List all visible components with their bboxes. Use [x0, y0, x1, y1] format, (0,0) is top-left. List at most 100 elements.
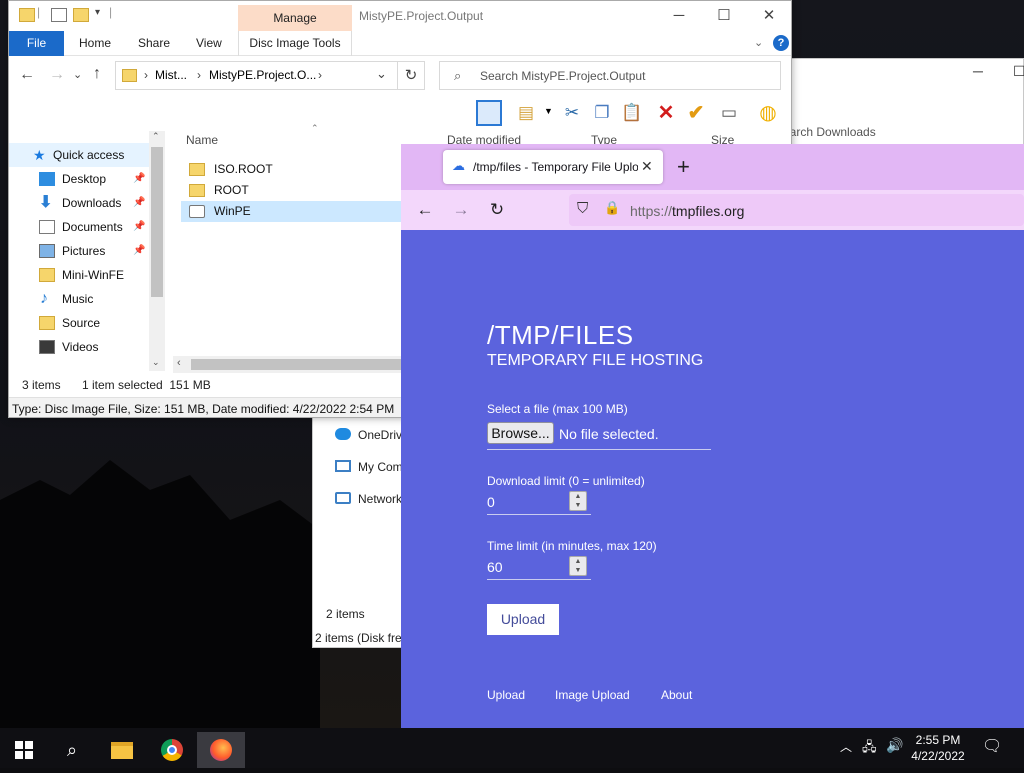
nav-documents[interactable]: Documents 📌 — [9, 215, 149, 239]
properties-icon[interactable] — [51, 8, 67, 22]
recent-dropdown-icon[interactable]: ⌄ — [73, 68, 82, 81]
close-button[interactable]: ✕ — [749, 5, 789, 27]
tab-file[interactable]: File — [9, 31, 64, 56]
nav-downloads[interactable]: ⬇ Downloads 📌 — [9, 191, 149, 215]
nav-label: Downloads — [62, 196, 122, 210]
refresh-icon[interactable]: ↻ — [398, 61, 425, 90]
reload-icon[interactable]: ↻ — [485, 198, 509, 222]
download-limit-stepper[interactable]: ▲ ▼ — [569, 491, 587, 511]
footer-link-upload[interactable]: Upload — [487, 688, 525, 702]
firefox-window[interactable]: ☁ /tmp/files - Temporary File Uplo ✕ + ←… — [401, 144, 1024, 728]
firefox-icon[interactable] — [197, 732, 245, 768]
forward-arrow-icon[interactable]: → — [49, 66, 65, 84]
nav-desktop[interactable]: Desktop 📌 — [9, 167, 149, 191]
tab-view[interactable]: View — [196, 36, 222, 50]
bg-nav-network[interactable]: Network — [358, 492, 402, 506]
footer-link-image-upload[interactable]: Image Upload — [555, 688, 630, 702]
bg-nav-onedrive[interactable]: OneDriv — [358, 428, 402, 442]
maximize-button[interactable]: ☐ — [704, 5, 744, 27]
nav-quick-access[interactable]: ★ Quick access — [9, 143, 149, 167]
ribbon-expand-icon[interactable]: ⌄ — [754, 36, 763, 49]
nav-scrollbar[interactable]: ⌃ ⌄ — [149, 131, 165, 371]
pin-icon[interactable]: 📌 — [133, 191, 145, 215]
bg-search-input[interactable]: earch Downloads — [783, 125, 876, 139]
lock-icon[interactable]: 🔒 — [604, 200, 620, 216]
help-icon[interactable]: ? — [773, 35, 789, 51]
preview-pane-icon[interactable] — [476, 100, 502, 126]
page-subtitle: TEMPORARY FILE HOSTING — [487, 352, 704, 369]
minimize-icon[interactable]: ─ — [973, 63, 983, 79]
delete-icon[interactable]: ✕ — [653, 100, 679, 126]
nav-pictures[interactable]: Pictures 📌 — [9, 239, 149, 263]
chrome-icon[interactable] — [148, 732, 196, 768]
upload-button[interactable]: Upload — [487, 604, 559, 635]
qat-dropdown-icon[interactable]: ▾ — [95, 7, 100, 18]
up-arrow-icon[interactable]: ↑ — [93, 65, 101, 83]
scrollbar-thumb[interactable] — [151, 147, 163, 297]
breadcrumb-item[interactable]: Mist... — [155, 68, 187, 82]
browse-button[interactable]: Browse... — [487, 422, 554, 444]
pin-icon[interactable]: 📌 — [133, 239, 145, 263]
nav-music[interactable]: ♪ Music — [9, 287, 149, 311]
url-text[interactable]: https://tmpfiles.org — [630, 203, 744, 219]
network-icon[interactable]: 🖧 — [862, 738, 877, 760]
maximize-icon[interactable]: ☐ — [1013, 63, 1024, 80]
browser-tab[interactable]: ☁ /tmp/files - Temporary File Uplo ✕ — [443, 150, 663, 184]
start-windows-icon[interactable] — [0, 732, 48, 768]
rename-icon[interactable]: ▭ — [716, 100, 742, 126]
bg-nav-computer[interactable]: My Com — [358, 460, 403, 474]
sort-ascending-icon: ⌃ — [311, 123, 319, 133]
navigation-pane: ★ Quick access Desktop 📌 ⬇ Downloads 📌 D… — [9, 127, 165, 372]
properties-icon[interactable]: ▤ — [513, 100, 539, 126]
time-limit-input[interactable]: 60 — [487, 559, 503, 575]
shell-icon[interactable]: ◍ — [755, 100, 781, 126]
file-row[interactable]: ROOT — [181, 180, 401, 201]
title-bar: | ▾ | Manage MistyPE.Project.Output ─ ☐ … — [9, 1, 791, 33]
search-icon[interactable]: ⌕ — [48, 732, 96, 768]
breadcrumb-item[interactable]: MistyPE.Project.O... — [209, 68, 316, 82]
tab-disc-image-tools[interactable]: Disc Image Tools — [238, 31, 352, 56]
search-input[interactable]: ⌕ Search MistyPE.Project.Output — [439, 61, 781, 90]
file-explorer-taskbar-icon[interactable] — [98, 732, 146, 768]
time-limit-stepper[interactable]: ▲ ▼ — [569, 556, 587, 576]
forward-arrow-icon[interactable]: → — [449, 198, 473, 222]
checkmark-icon[interactable]: ✔ — [683, 100, 709, 126]
nav-source[interactable]: Source — [9, 311, 149, 335]
address-dropdown-icon[interactable]: ⌄ — [376, 66, 387, 82]
nav-videos[interactable]: Videos — [9, 335, 149, 359]
new-tab-icon[interactable]: + — [677, 154, 690, 180]
nav-label: Mini-WinFE — [62, 268, 124, 282]
scroll-left-icon[interactable]: ‹ — [177, 357, 181, 369]
tab-home[interactable]: Home — [79, 36, 111, 50]
nav-mini-winfe[interactable]: Mini-WinFE — [9, 263, 149, 287]
address-field[interactable]: › Mist... › MistyPE.Project.O... › ⌄ — [115, 61, 398, 90]
pin-icon[interactable]: 📌 — [133, 215, 145, 239]
download-limit-input[interactable]: 0 — [487, 494, 495, 510]
copy-icon[interactable]: ❐ — [589, 100, 615, 126]
system-clock[interactable]: 2:55 PM 4/22/2022 — [906, 732, 970, 764]
footer-link-about[interactable]: About — [661, 688, 692, 702]
minimize-button[interactable]: ─ — [659, 5, 699, 27]
back-arrow-icon[interactable]: ← — [413, 198, 437, 222]
volume-icon[interactable]: 🔊 — [886, 737, 903, 754]
close-tab-icon[interactable]: ✕ — [641, 158, 653, 175]
pin-icon[interactable]: 📌 — [133, 167, 145, 191]
tab-share[interactable]: Share — [138, 36, 170, 50]
scroll-up-icon[interactable]: ⌃ — [152, 131, 160, 142]
column-header-name[interactable]: Name — [186, 133, 218, 147]
file-row[interactable]: ISO.ROOT — [181, 159, 401, 180]
new-folder-icon[interactable] — [73, 8, 89, 22]
notification-icon[interactable]: 🗨 — [982, 736, 1002, 756]
paste-icon[interactable]: 📋 — [619, 100, 645, 126]
nav-label: Pictures — [62, 244, 106, 258]
show-hidden-icons-chevron[interactable]: ︿ — [840, 738, 852, 755]
scroll-down-icon[interactable]: ⌄ — [152, 357, 160, 368]
shield-icon[interactable]: ⛉ — [577, 200, 588, 217]
dropdown-icon[interactable]: ▼ — [544, 106, 553, 116]
cut-icon[interactable]: ✂ — [559, 100, 585, 126]
scrollbar-thumb[interactable] — [191, 359, 401, 370]
manage-tab[interactable]: Manage — [238, 5, 352, 33]
url-bar[interactable]: ⛉ 🔒 https://tmpfiles.org — [569, 194, 1024, 226]
file-row-selected[interactable]: WinPE — [181, 201, 401, 222]
back-arrow-icon[interactable]: ← — [19, 66, 35, 84]
